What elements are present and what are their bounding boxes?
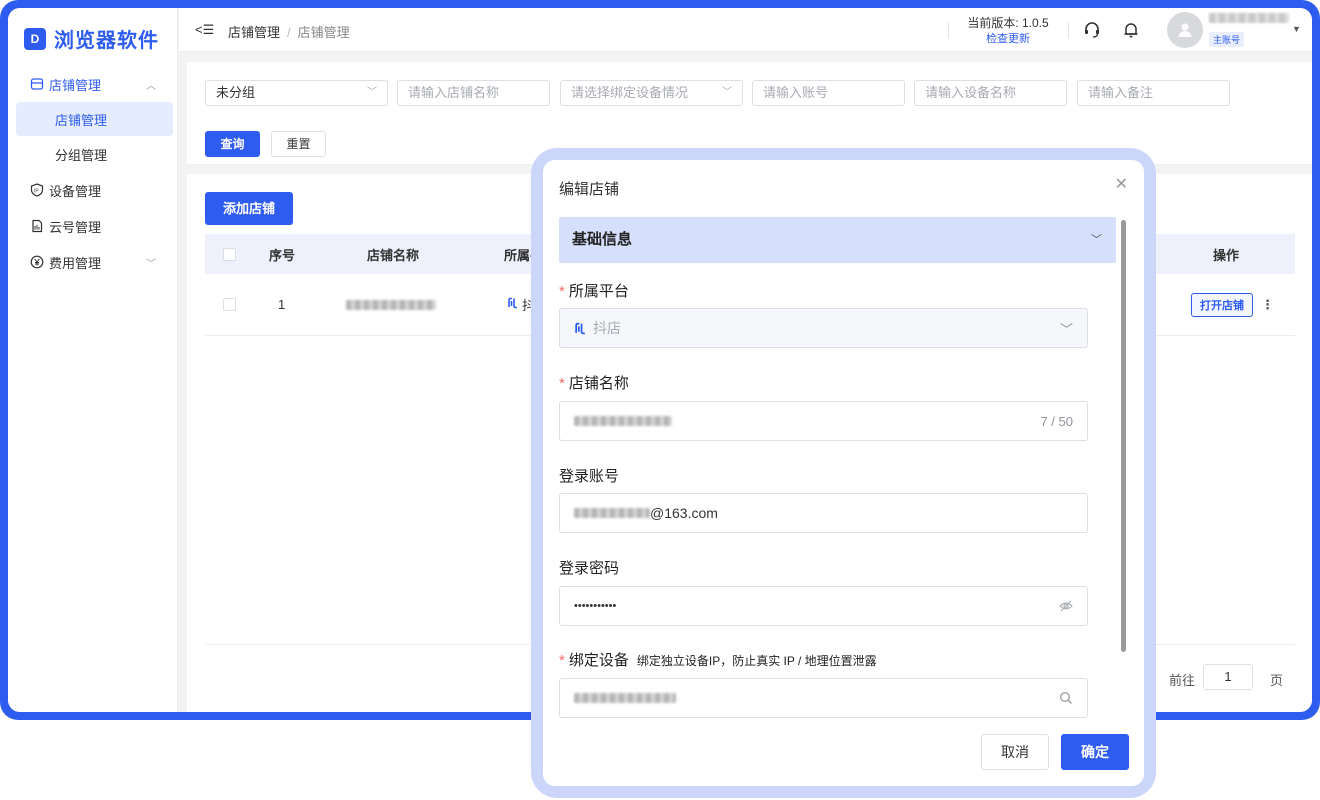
sidebar-item-fee-management[interactable]: 费用管理 ﹀ [8,244,178,280]
bind-device-field[interactable] [559,678,1088,718]
close-icon[interactable]: ✕ [1115,174,1128,194]
store-name-redacted [574,416,672,426]
password-value: ••••••••••• [574,600,617,612]
cancel-button[interactable]: 取消 [981,734,1049,770]
basic-info-section[interactable]: 基础信息 ﹀ [559,217,1116,263]
confirm-button[interactable]: 确定 [1061,734,1129,770]
device-bind-select[interactable]: 请选择绑定设备情况 ﹀ [560,80,743,106]
reset-button[interactable]: 重置 [271,131,326,157]
pagination-page-input[interactable]: 1 [1203,664,1253,690]
platform-label: * 所属平台 [559,283,629,300]
logo: D 浏览器软件 [24,24,159,53]
customer-service-icon[interactable] [1082,20,1102,40]
version-label: 当前版本: 1.0.5 [967,16,1049,30]
sidebar-item-label: 设备管理 [49,183,102,199]
sidebar: D 浏览器软件 店铺管理 ︿ 店铺管理 分组管理 IP 设备管理 云号管理 费用… [8,8,178,712]
store-name-label: * 店铺名称 [559,375,629,392]
breadcrumb: 店铺管理 / 店铺管理 [228,22,350,41]
group-select[interactable]: 未分组 ﹀ [205,80,388,106]
open-store-label: 打开店铺 [1191,292,1253,317]
chevron-down-icon: ﹀ [1059,321,1073,337]
yen-icon [30,255,44,269]
sidebar-item-label: 费用管理 [49,255,102,271]
column-store-name: 店铺名称 [367,247,420,263]
account-input[interactable]: 请输入账号 [752,80,905,106]
store-name-field[interactable]: 7 / 50 [559,401,1088,441]
version-info: 当前版本: 1.0.5 检查更新 [963,15,1053,47]
password-label: 登录密码 [559,560,620,577]
account-label: 登录账号 [559,468,620,485]
bind-device-hint: 绑定独立设备IP，防止真实 IP / 地理位置泄露 [636,654,877,668]
sidebar-subitem-group-management[interactable]: 分组管理 [16,137,173,171]
dialog-title: 编辑店铺 [559,181,620,198]
sidebar-item-cloud-number[interactable]: 云号管理 [8,208,178,244]
add-store-button[interactable]: 添加店铺 [205,192,293,225]
bind-device-label: * 绑定设备 绑定独立设备IP，防止真实 IP / 地理位置泄露 [559,652,877,669]
logo-text: 浏览器软件 [54,30,159,52]
chevron-down-icon: ﹀ [367,87,377,98]
douyin-shop-icon [574,322,587,335]
store-name-input[interactable]: 请输入店铺名称 [397,80,550,106]
pagination-page-suffix: 页 [1270,673,1284,688]
sidebar-item-label: 云号管理 [49,219,102,235]
column-actions: 操作 [1213,247,1240,263]
query-button[interactable]: 查询 [205,131,260,157]
dialog-scrollbar[interactable] [1121,220,1126,652]
sidebar-item-shop-management[interactable]: 店铺管理 ︿ [8,66,178,102]
account-badge: 主账号 [1209,32,1245,47]
password-field[interactable]: ••••••••••• [559,586,1088,626]
svg-text:IP: IP [34,189,39,195]
shop-icon [30,77,44,91]
account-field[interactable]: @163.com [559,493,1088,533]
platform-select[interactable]: 抖店 ﹀ [559,308,1088,348]
open-store-button[interactable]: 打开店铺 [1191,274,1253,335]
char-counter: 7 / 50 [1040,413,1073,429]
notification-bell-icon[interactable] [1121,20,1141,40]
search-icon[interactable] [1059,679,1073,717]
breadcrumb-current: 店铺管理 [297,25,350,40]
edit-store-dialog: 编辑店铺 ✕ 基础信息 ﹀ * 所属平台 抖店 ﹀ * 店铺名称 7 / 50 登录… [543,160,1144,786]
ip-shield-icon: IP [30,183,44,197]
device-ip-redacted [574,693,676,703]
group-select-value: 未分组 [216,85,256,100]
avatar[interactable] [1167,12,1203,48]
more-actions-icon[interactable]: ⋮ [1261,274,1274,335]
cloud-sim-icon [30,219,44,233]
select-all-checkbox[interactable] [223,234,236,274]
sidebar-item-label: 店铺管理 [49,77,102,93]
top-header: <☰ 店铺管理 / 店铺管理 当前版本: 1.0.5 检查更新 主账号 ▼ [179,8,1312,52]
header-divider [948,22,949,38]
section-title: 基础信息 [572,231,633,248]
device-bind-placeholder: 请选择绑定设备情况 [571,85,689,100]
eye-hidden-icon[interactable] [1059,587,1073,625]
sidebar-nav: 店铺管理 ︿ 店铺管理 分组管理 IP 设备管理 云号管理 费用管理 ﹀ [8,66,178,280]
username-redacted [1209,13,1289,23]
device-name-input[interactable]: 请输入设备名称 [914,80,1067,106]
breadcrumb-separator: / [287,25,291,40]
row-index: 1 [278,297,286,312]
header-divider [1068,22,1069,38]
account-redacted [574,508,650,518]
chevron-down-icon: ﹀ [146,259,156,270]
chevron-up-icon: ︿ [146,81,156,92]
account-suffix: @163.com [650,505,718,521]
logo-icon: D [24,27,46,50]
check-update-link[interactable]: 检查更新 [963,31,1053,47]
douyin-shop-icon [507,297,519,312]
collapse-sidebar-icon[interactable]: <☰ [195,22,214,38]
caret-down-icon[interactable]: ▼ [1292,24,1301,34]
row-checkbox[interactable] [223,274,236,335]
platform-value: 抖店 [593,320,621,336]
pagination-goto-label: 前往 [1169,673,1196,688]
breadcrumb-item[interactable]: 店铺管理 [228,25,280,40]
sidebar-item-device-management[interactable]: IP 设备管理 [8,172,178,208]
chevron-down-icon: ﹀ [1091,234,1102,246]
row-store-name-redacted [346,274,436,335]
sidebar-subitem-shop-management[interactable]: 店铺管理 [16,102,173,136]
remark-input[interactable]: 请输入备注 [1077,80,1230,106]
chevron-down-icon: ﹀ [722,87,732,98]
column-index: 序号 [269,247,296,263]
